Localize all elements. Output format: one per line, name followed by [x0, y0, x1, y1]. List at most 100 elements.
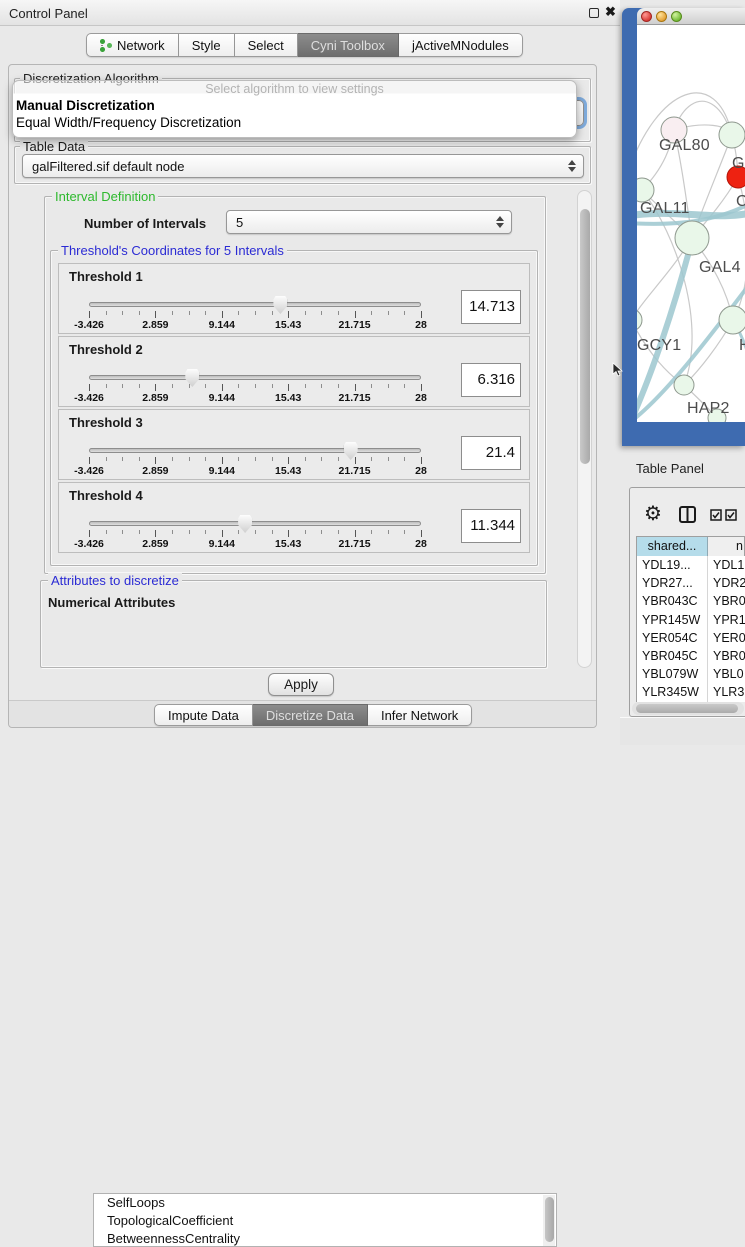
scale-tick-label: -3.426: [74, 392, 104, 404]
interval-definition-title: Interval Definition: [52, 189, 158, 204]
mode-tab-2[interactable]: Infer Network: [368, 704, 472, 726]
threshold-value-field[interactable]: 14.713: [461, 290, 521, 324]
slider-scale-labels: -3.4262.8599.14415.4321.71528: [89, 319, 421, 331]
cell-shared-name[interactable]: YBL079W: [637, 665, 708, 683]
network-window-titlebar: [637, 8, 745, 25]
slider-scale-labels: -3.4262.8599.14415.4321.71528: [89, 538, 421, 550]
threshold-row: Threshold 3-3.4262.8599.14415.4321.71528…: [58, 409, 530, 480]
cell-name[interactable]: YLR3: [708, 683, 745, 701]
table-row[interactable]: YBL079WYBL0: [637, 665, 745, 683]
numerical-attributes-label: Numerical Attributes: [48, 595, 175, 610]
split-pane-icon[interactable]: [679, 506, 696, 523]
threshold-slider[interactable]: [89, 521, 421, 526]
checkbox-icon[interactable]: [710, 509, 722, 521]
threshold-value-field[interactable]: 11.344: [461, 509, 521, 543]
attributes-group-title: Attributes to discretize: [48, 573, 182, 588]
table-row[interactable]: YLR345WYLR3: [637, 683, 745, 701]
cell-shared-name[interactable]: YLR345W: [637, 683, 708, 701]
checkbox-icon[interactable]: [725, 509, 737, 521]
gear-icon[interactable]: ⚙: [644, 501, 662, 526]
threshold-value-field[interactable]: 21.4: [461, 436, 521, 470]
column-header-shared-name[interactable]: shared...: [637, 537, 708, 556]
scale-tick-label: 21.715: [339, 319, 371, 331]
numerical-attributes-list[interactable]: SelfLoopsTopologicalCoefficientBetweenne…: [93, 1193, 557, 1247]
apply-button[interactable]: Apply: [268, 673, 334, 696]
control-panel-tabs: Network Style Select Cyni Toolbox jActiveMNo…: [86, 33, 523, 57]
table-data-title: Table Data: [20, 139, 88, 154]
table-row[interactable]: YBR045CYBR0: [637, 647, 745, 665]
cell-name[interactable]: YPR1: [708, 611, 745, 629]
cell-name[interactable]: YBL0: [708, 665, 745, 683]
popup-item-equal-width-frequency[interactable]: Equal Width/Frequency Discretization: [16, 115, 241, 130]
cell-shared-name[interactable]: YBR045C: [637, 647, 708, 665]
cell-shared-name[interactable]: YPR145W: [637, 611, 708, 629]
cell-name[interactable]: YDR2: [708, 574, 745, 592]
close-icon[interactable]: ✖: [605, 4, 616, 20]
cell-name[interactable]: YBR0: [708, 647, 745, 665]
scale-tick-label: 15.43: [275, 538, 301, 550]
scale-tick-label: 2.859: [142, 538, 168, 550]
scale-tick-label: -3.426: [74, 465, 104, 477]
number-of-intervals-combobox[interactable]: 5: [226, 210, 512, 234]
table-row[interactable]: YBR043CYBR0: [637, 592, 745, 610]
cell-name[interactable]: YDL1: [708, 556, 745, 574]
list-item[interactable]: SelfLoops: [94, 1194, 556, 1212]
zoom-traffic-light-icon[interactable]: [671, 11, 682, 22]
cell-name[interactable]: YBR0: [708, 592, 745, 610]
scale-tick-label: 15.43: [275, 319, 301, 331]
node-label: HAP2: [687, 400, 730, 418]
cell-shared-name[interactable]: YDL19...: [637, 556, 708, 574]
table-row[interactable]: YER054CYER0: [637, 629, 745, 647]
close-traffic-light-icon[interactable]: [641, 11, 652, 22]
combobox-stepper-icon: [568, 160, 576, 172]
network-canvas[interactable]: GAL80GACGAL11GAL4GCY1HHAP2: [637, 25, 745, 422]
node-label: GCY1: [637, 337, 681, 355]
tab-label: Select: [248, 38, 284, 53]
node-label: GA: [732, 155, 745, 173]
cell-shared-name[interactable]: YBR043C: [637, 592, 708, 610]
node-label: C: [736, 193, 745, 211]
float-window-icon[interactable]: [589, 8, 599, 18]
threshold-slider[interactable]: [89, 302, 421, 307]
table-row[interactable]: YDL19...YDL1: [637, 556, 745, 574]
cell-shared-name[interactable]: YDR27...: [637, 574, 708, 592]
list-scrollbar[interactable]: [543, 1195, 555, 1247]
tab-2[interactable]: Select: [235, 33, 298, 57]
node-label: GAL11: [640, 200, 690, 218]
tab-1[interactable]: Style: [179, 33, 235, 57]
list-item[interactable]: TopologicalCoefficient: [94, 1212, 556, 1230]
slider-ticks: [89, 384, 421, 392]
panel-scrollbar-thumb[interactable]: [580, 209, 590, 464]
tab-label: jActiveMNodules: [412, 38, 509, 53]
scale-tick-label: 9.144: [209, 538, 235, 550]
table-horizontal-scrollbar-thumb[interactable]: [636, 704, 738, 713]
tab-4[interactable]: jActiveMNodules: [399, 33, 523, 57]
table-row[interactable]: YPR145WYPR1: [637, 611, 745, 629]
cell-name[interactable]: YER0: [708, 629, 745, 647]
table-data-combobox[interactable]: galFiltered.sif default node: [22, 154, 584, 178]
threshold-slider[interactable]: [89, 448, 421, 453]
tab-0[interactable]: Network: [86, 33, 179, 57]
tab-label: Impute Data: [168, 708, 239, 723]
scale-tick-label: 9.144: [209, 319, 235, 331]
scale-tick-label: 15.43: [275, 392, 301, 404]
tab-label: Style: [192, 38, 221, 53]
minimize-traffic-light-icon[interactable]: [656, 11, 667, 22]
table-body[interactable]: YDL19...YDL1YDR27...YDR2YBR043CYBR0YPR14…: [636, 556, 745, 702]
threshold-value-field[interactable]: 6.316: [461, 363, 521, 397]
popup-item-manual-discretization[interactable]: Manual Discretization: [16, 98, 155, 113]
mode-tab-1[interactable]: Discretize Data: [253, 704, 368, 726]
cell-shared-name[interactable]: YER054C: [637, 629, 708, 647]
threshold-slider[interactable]: [89, 375, 421, 380]
mode-tab-0[interactable]: Impute Data: [154, 704, 253, 726]
table-horizontal-scrollbar[interactable]: [632, 702, 744, 715]
panel-scrollbar[interactable]: [577, 190, 592, 668]
tab-3[interactable]: Cyni Toolbox: [298, 33, 399, 57]
table-row[interactable]: YDR27...YDR2: [637, 574, 745, 592]
list-item[interactable]: BetweennessCentrality: [94, 1230, 556, 1247]
slider-ticks: [89, 530, 421, 538]
mouse-cursor: [612, 362, 624, 378]
tab-label: Infer Network: [381, 708, 458, 723]
list-scrollbar-thumb[interactable]: [545, 1197, 554, 1242]
column-header-name[interactable]: n: [708, 537, 744, 556]
